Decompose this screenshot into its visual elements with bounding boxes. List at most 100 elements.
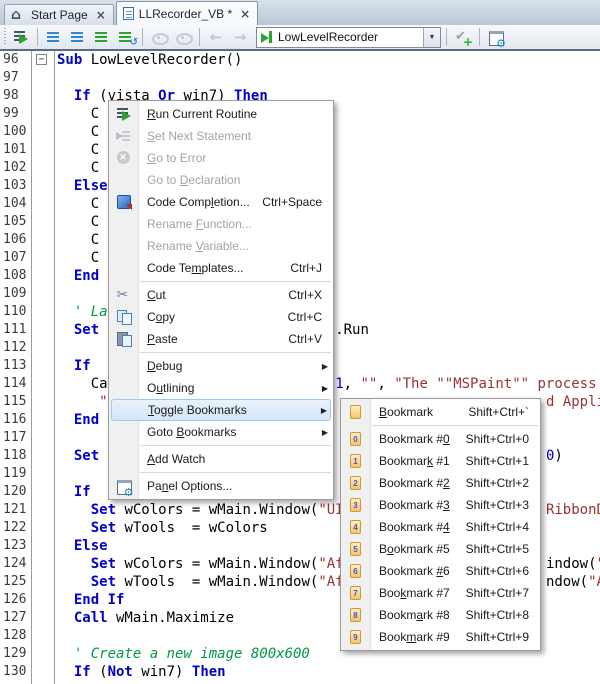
code-text: If xyxy=(74,357,91,375)
line-number: 105 xyxy=(3,213,26,231)
menu-item-add-watch[interactable]: Add Watch xyxy=(109,448,333,470)
code-line-130[interactable]: 130If (Not win7) Then xyxy=(0,663,600,681)
submenu-item-bookmark-8[interactable]: 8 Bookmark #8 Shift+Ctrl+8 xyxy=(341,604,540,626)
menu-item-paste[interactable]: PasteCtrl+V xyxy=(109,328,333,350)
menu-item-label: Code Completion... xyxy=(147,195,250,209)
show-regions-button[interactable] xyxy=(172,26,194,48)
menu-item-outlining[interactable]: Outlining xyxy=(109,377,333,399)
menu-item-rename-function[interactable]: Rename Function... xyxy=(109,213,333,235)
icon-cell xyxy=(341,405,370,419)
menu-item-goto-bookmarks[interactable]: Goto Bookmarks xyxy=(109,421,333,443)
menu-separator xyxy=(140,445,331,446)
code-line-97[interactable]: 97 xyxy=(0,69,600,87)
tab-llrecorder-vb[interactable]: LLRecorder_VB * xyxy=(116,1,258,25)
code-text: C xyxy=(91,213,99,231)
submenu-item-bookmark-1[interactable]: 1Bookmark #1Shift+Ctrl+1 xyxy=(341,450,540,472)
uncomment-block-button[interactable] xyxy=(67,26,89,48)
navigate-back-button[interactable] xyxy=(205,26,227,48)
run-current-routine-button[interactable] xyxy=(10,26,32,48)
bookmark-icon xyxy=(350,405,361,419)
submenu-item-bookmark-3[interactable]: 3Bookmark #3Shift+Ctrl+3 xyxy=(341,494,540,516)
menu-item-shortcut: Ctrl+J xyxy=(290,261,328,275)
code-text: ndow("A xyxy=(546,573,600,591)
toolbar-grip[interactable] xyxy=(4,28,6,46)
close-icon[interactable] xyxy=(96,9,106,21)
bookmark-icon: 5 xyxy=(350,542,361,556)
rollback-format-button[interactable] xyxy=(115,26,137,48)
menu-item-copy[interactable]: CopyCtrl+C xyxy=(109,306,333,328)
syntax-check-button[interactable] xyxy=(452,26,474,48)
fold-toggle-icon[interactable] xyxy=(36,54,47,65)
check-plus-icon xyxy=(455,29,471,45)
menu-item-toggle-bookmarks[interactable]: Toggle Bookmarks xyxy=(111,399,331,421)
line-number: 109 xyxy=(3,285,26,303)
back-arrow-icon xyxy=(210,30,223,45)
copy-icon xyxy=(116,309,132,325)
icon-cell xyxy=(109,128,138,144)
panel-options-icon xyxy=(116,478,132,494)
rollback-icon xyxy=(118,29,134,45)
comment-lines-icon xyxy=(46,29,62,45)
routine-selector-dropdown-button[interactable] xyxy=(423,28,440,47)
code-text: C xyxy=(91,105,99,123)
submenu-item-bookmark-0[interactable]: 0Bookmark #0Shift+Ctrl+0 xyxy=(341,428,540,450)
menu-item-shortcut: Ctrl+V xyxy=(288,332,328,346)
icon-cell xyxy=(109,150,138,166)
menu-item-panel-options[interactable]: Panel Options... xyxy=(109,475,333,497)
tab-start-page[interactable]: Start Page xyxy=(4,4,114,25)
menu-item-go-to-error[interactable]: Go to Error xyxy=(109,147,333,169)
code-text: Sub LowLevelRecorder() xyxy=(57,51,242,69)
menu-item-go-to-declaration[interactable]: Go to Declaration xyxy=(109,169,333,191)
menu-item-shortcut: Shift+Ctrl+8 xyxy=(466,608,535,622)
code-text: Ca xyxy=(91,375,108,393)
comment-block-button[interactable] xyxy=(43,26,65,48)
bookmark-icon: 8 xyxy=(350,608,361,622)
line-number: 97 xyxy=(3,69,19,87)
menu-item-set-next-statement[interactable]: Set Next Statement xyxy=(109,125,333,147)
icon-cell: 2 xyxy=(341,476,370,490)
editor-toolbar: LowLevelRecorder xyxy=(0,25,600,51)
goto-error-icon xyxy=(116,150,132,166)
code-text: If (Not win7) Then xyxy=(74,663,226,681)
menu-item-shortcut: Shift+Ctrl+7 xyxy=(466,586,535,600)
menu-item-label: Go to Declaration xyxy=(147,173,240,187)
menu-item-code-completion[interactable]: Code Completion...Ctrl+Space xyxy=(109,191,333,213)
submenu-item-bookmark-2[interactable]: 2Bookmark #2Shift+Ctrl+2 xyxy=(341,472,540,494)
line-number: 116 xyxy=(3,411,26,429)
submenu-item-bookmark-6[interactable]: 6Bookmark #6Shift+Ctrl+6 xyxy=(341,560,540,582)
line-number: 108 xyxy=(3,267,26,285)
menu-item-shortcut: Shift+Ctrl+4 xyxy=(466,520,535,534)
menu-item-cut[interactable]: CutCtrl+X xyxy=(109,284,333,306)
menu-item-rename-variable[interactable]: Rename Variable... xyxy=(109,235,333,257)
line-number: 104 xyxy=(3,195,26,213)
line-number: 120 xyxy=(3,483,26,501)
menu-item-run-current-routine[interactable]: Run Current Routine xyxy=(109,103,333,125)
format-code-button[interactable] xyxy=(91,26,113,48)
submenu-item-bookmark-4[interactable]: 4Bookmark #4Shift+Ctrl+4 xyxy=(341,516,540,538)
submenu-item-bookmark-5[interactable]: 5Bookmark #5Shift+Ctrl+5 xyxy=(341,538,540,560)
icon-cell: 0 xyxy=(341,432,370,446)
submenu-item-bookmark[interactable]: BookmarkShift+Ctrl+` xyxy=(341,401,540,423)
panel-options-button[interactable] xyxy=(485,26,507,48)
close-icon[interactable] xyxy=(240,8,250,20)
menu-item-label: Outlining xyxy=(147,381,194,395)
toolbar-separator xyxy=(479,28,480,46)
navigate-forward-button[interactable] xyxy=(229,26,251,48)
submenu-arrow-icon xyxy=(322,362,328,371)
icon-cell: 4 xyxy=(341,520,370,534)
submenu-arrow-icon xyxy=(321,406,327,415)
routine-icon xyxy=(259,29,275,45)
submenu-item-bookmark-9[interactable]: 9Bookmark #9Shift+Ctrl+9 xyxy=(341,626,540,648)
toolbar-separator xyxy=(37,28,38,46)
menu-item-shortcut: Shift+Ctrl+0 xyxy=(466,432,535,446)
icon-cell xyxy=(109,309,138,325)
hide-regions-button[interactable] xyxy=(148,26,170,48)
submenu-item-bookmark-7[interactable]: 7Bookmark #7Shift+Ctrl+7 xyxy=(341,582,540,604)
code-line-96[interactable]: 96Sub LowLevelRecorder() xyxy=(0,51,600,69)
line-number: 122 xyxy=(3,519,26,537)
menu-item-code-templates[interactable]: Code Templates...Ctrl+J xyxy=(109,257,333,279)
routine-selector[interactable]: LowLevelRecorder xyxy=(256,27,441,48)
uncomment-lines-icon xyxy=(70,29,86,45)
menu-item-debug[interactable]: Debug xyxy=(109,355,333,377)
menu-item-label: Bookmark #8 xyxy=(379,608,450,622)
